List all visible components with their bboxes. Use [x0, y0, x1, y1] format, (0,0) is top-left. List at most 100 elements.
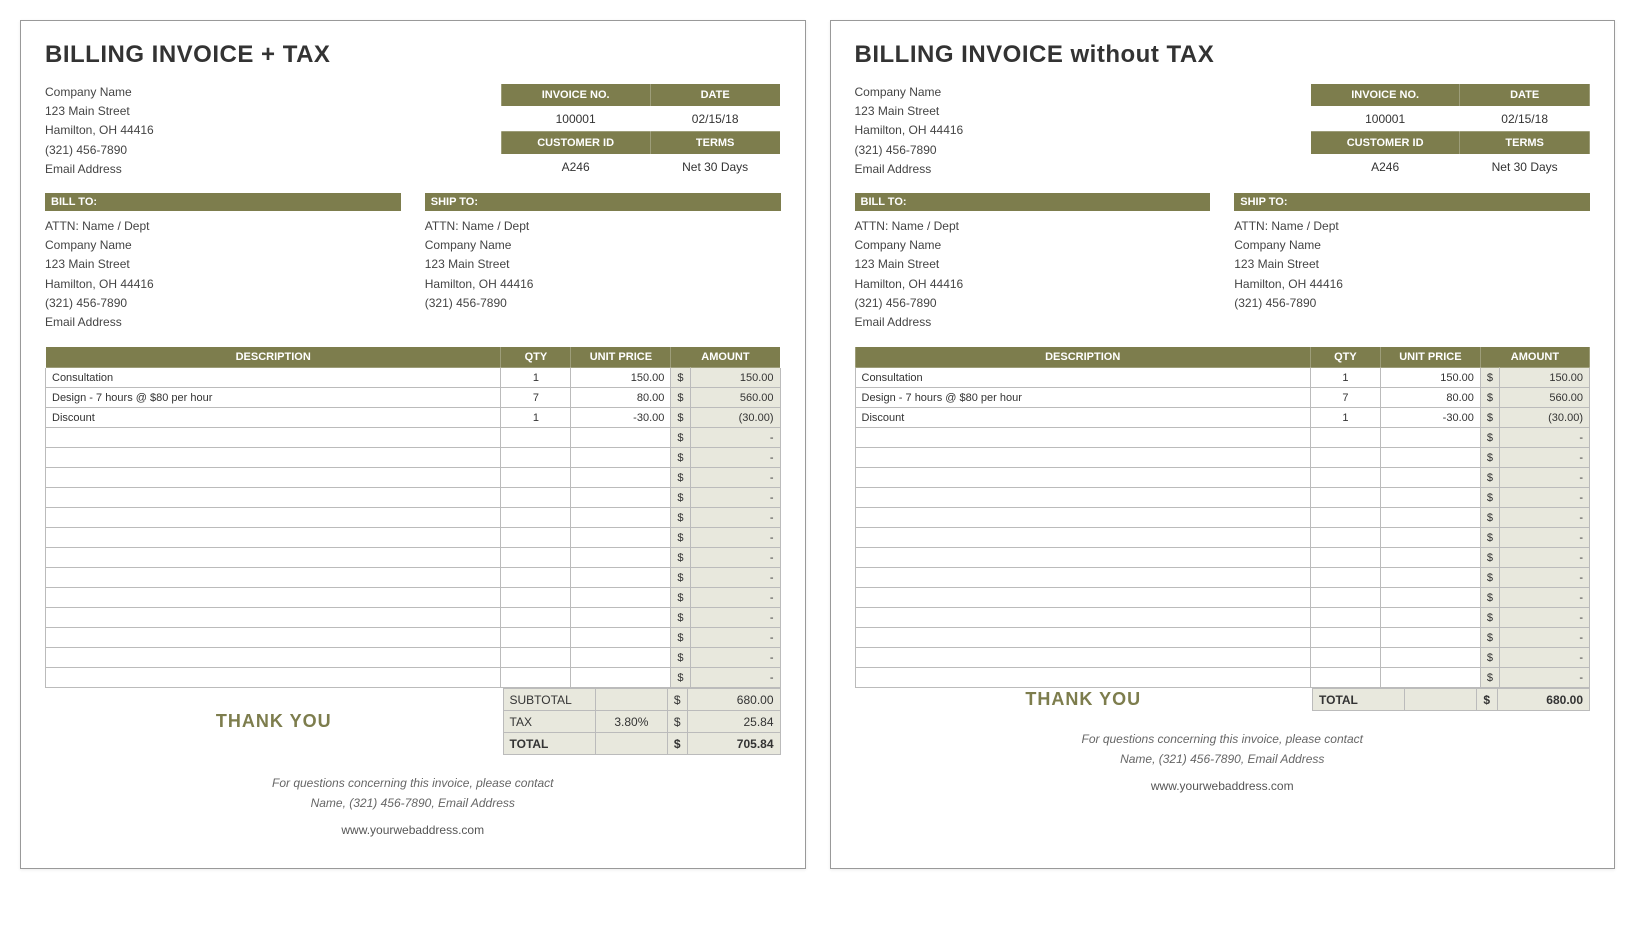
- cell-qty: [1310, 608, 1380, 628]
- meta-h1b: DATE: [1460, 84, 1590, 107]
- shipto-body: ATTN: Name / DeptCompany Name123 Main St…: [1234, 211, 1590, 313]
- item-row-blank: $-: [46, 668, 781, 688]
- item-row-blank: $-: [46, 468, 781, 488]
- cell-qty: [501, 608, 571, 628]
- summary-val: 705.84: [688, 733, 780, 755]
- meta-v2a: A246: [501, 154, 650, 179]
- item-row: Design - 7 hours @ $80 per hour780.00$56…: [855, 388, 1590, 408]
- footer-line2: Name, (321) 456-7890, Email Address: [855, 749, 1591, 769]
- company-line: Email Address: [45, 160, 154, 179]
- item-row-blank: $-: [855, 428, 1590, 448]
- item-row-blank: $-: [855, 488, 1590, 508]
- cell-qty: [501, 508, 571, 528]
- item-row-blank: $-: [46, 588, 781, 608]
- cell-desc: [855, 668, 1310, 688]
- th-desc: DESCRIPTION: [855, 347, 1310, 368]
- cell-amt-val: -: [690, 588, 780, 608]
- cell-desc: Design - 7 hours @ $80 per hour: [855, 388, 1310, 408]
- billto-line: Email Address: [45, 313, 401, 332]
- cell-qty: [501, 528, 571, 548]
- cell-amt-sym: $: [671, 488, 690, 508]
- shipto-line: Company Name: [1234, 236, 1590, 255]
- billship-row: BILL TO: ATTN: Name / DeptCompany Name123…: [855, 193, 1591, 332]
- thank-you: THANK YOU: [855, 689, 1313, 710]
- shipto-header: SHIP TO:: [425, 193, 781, 211]
- meta-table: INVOICE NO.DATE10000102/15/18CUSTOMER ID…: [501, 83, 781, 179]
- cell-amt-sym: $: [1480, 628, 1499, 648]
- company-line: Company Name: [855, 83, 964, 102]
- summary-row-tax: TAX3.80%$25.84: [503, 711, 780, 733]
- billto-header: BILL TO:: [45, 193, 401, 211]
- billto-line: Hamilton, OH 44416: [855, 275, 1211, 294]
- summary-mid: 3.80%: [595, 711, 667, 733]
- items-table: DESCRIPTIONQTYUNIT PRICEAMOUNTConsultati…: [855, 346, 1591, 688]
- summary-label: SUBTOTAL: [503, 689, 595, 711]
- th-amount: AMOUNT: [671, 347, 780, 368]
- cell-amt-val: -: [690, 488, 780, 508]
- shipto-section: SHIP TO:ATTN: Name / DeptCompany Name123…: [425, 193, 781, 332]
- cell-qty: [1310, 468, 1380, 488]
- cell-unit: 150.00: [1380, 368, 1480, 388]
- cell-desc: Consultation: [46, 368, 501, 388]
- summary-area: THANK YOUSUBTOTAL$680.00TAX3.80%$25.84TO…: [45, 688, 781, 755]
- company-line: Email Address: [855, 160, 964, 179]
- billto-header: BILL TO:: [855, 193, 1211, 211]
- shipto-body: ATTN: Name / DeptCompany Name123 Main St…: [425, 211, 781, 313]
- cell-amt-sym: $: [671, 628, 690, 648]
- item-row-blank: $-: [46, 428, 781, 448]
- cell-qty: [1310, 588, 1380, 608]
- cell-amt-val: -: [1500, 628, 1590, 648]
- cell-amt-sym: $: [671, 608, 690, 628]
- billto-line: Company Name: [45, 236, 401, 255]
- cell-unit: [1380, 588, 1480, 608]
- meta-v1a: 100001: [1311, 106, 1460, 131]
- th-unit: UNIT PRICE: [571, 347, 671, 368]
- cell-unit: [1380, 648, 1480, 668]
- footer-line1: For questions concerning this invoice, p…: [855, 729, 1591, 749]
- cell-unit: [571, 588, 671, 608]
- company-line: Company Name: [45, 83, 154, 102]
- cell-amt-val: -: [690, 428, 780, 448]
- billto-section: BILL TO:ATTN: Name / DeptCompany Name123…: [855, 193, 1211, 332]
- th-amount: AMOUNT: [1480, 347, 1589, 368]
- cell-unit: [571, 648, 671, 668]
- meta-v2a: A246: [1311, 154, 1460, 179]
- cell-unit: [571, 468, 671, 488]
- cell-amt-val: -: [1500, 488, 1590, 508]
- meta-v2b: Net 30 Days: [650, 154, 780, 179]
- cell-qty: 7: [1310, 388, 1380, 408]
- cell-qty: [501, 488, 571, 508]
- cell-unit: -30.00: [1380, 408, 1480, 428]
- cell-qty: [501, 448, 571, 468]
- item-row-blank: $-: [46, 448, 781, 468]
- cell-unit: [571, 428, 671, 448]
- company-line: 123 Main Street: [855, 102, 964, 121]
- item-row-blank: $-: [46, 568, 781, 588]
- cell-amt-val: 560.00: [690, 388, 780, 408]
- summary-mid: [595, 733, 667, 755]
- footer: For questions concerning this invoice, p…: [855, 729, 1591, 796]
- item-row-blank: $-: [46, 628, 781, 648]
- cell-unit: [571, 608, 671, 628]
- company-line: Hamilton, OH 44416: [45, 121, 154, 140]
- billto-line: 123 Main Street: [855, 255, 1211, 274]
- cell-qty: [1310, 648, 1380, 668]
- cell-unit: [1380, 568, 1480, 588]
- meta-v1b: 02/15/18: [650, 106, 780, 131]
- cell-qty: [1310, 568, 1380, 588]
- items-table: DESCRIPTIONQTYUNIT PRICEAMOUNTConsultati…: [45, 346, 781, 688]
- item-row: Design - 7 hours @ $80 per hour780.00$56…: [46, 388, 781, 408]
- cell-unit: [1380, 428, 1480, 448]
- cell-amt-val: -: [690, 528, 780, 548]
- invoice-1: BILLING INVOICE without TAXCompany Name1…: [830, 20, 1616, 869]
- cell-unit: [1380, 468, 1480, 488]
- cell-desc: [46, 448, 501, 468]
- cell-unit: [1380, 608, 1480, 628]
- shipto-line: (321) 456-7890: [1234, 294, 1590, 313]
- meta-h1a: INVOICE NO.: [501, 84, 650, 107]
- cell-desc: [855, 448, 1310, 468]
- cell-qty: [1310, 668, 1380, 688]
- cell-desc: [855, 548, 1310, 568]
- cell-amt-sym: $: [671, 668, 690, 688]
- billto-line: Company Name: [855, 236, 1211, 255]
